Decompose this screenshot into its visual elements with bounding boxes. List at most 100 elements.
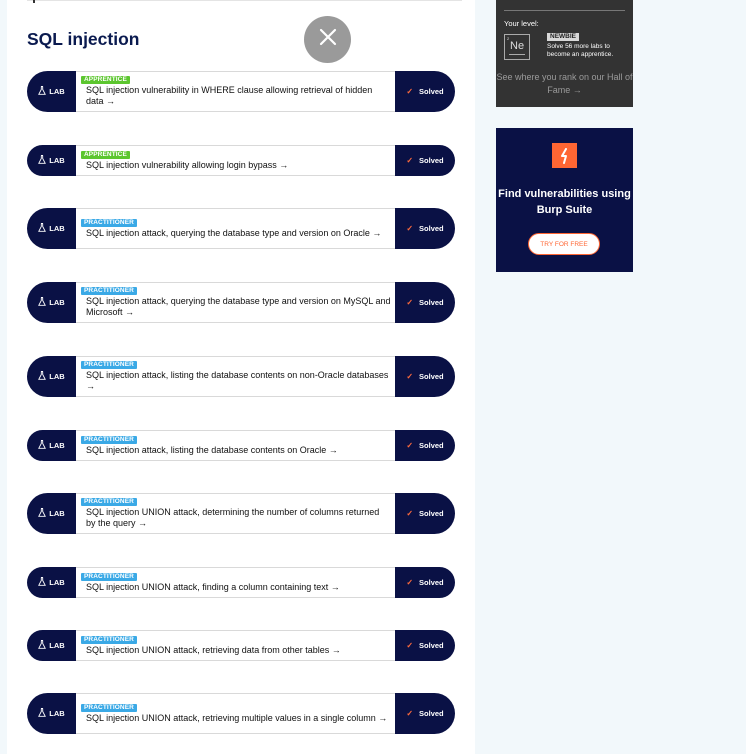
lab-tag-label: LAB bbox=[49, 87, 65, 96]
lab-tag: LAB bbox=[27, 567, 76, 598]
rank-description: Solve 56 more labs to become an apprenti… bbox=[547, 43, 614, 58]
burp-logo-icon bbox=[552, 143, 577, 168]
status-label: Solved bbox=[419, 641, 444, 650]
lab-tag-label: LAB bbox=[49, 641, 65, 650]
lab-title-link[interactable]: SQL injection attack, querying the datab… bbox=[81, 296, 391, 318]
lab-item[interactable]: LAB PRACTITIONER SQL injection attack, q… bbox=[27, 208, 455, 249]
status-badge: ✓ Solved bbox=[395, 208, 455, 249]
flask-icon bbox=[38, 708, 47, 719]
flask-icon bbox=[38, 440, 47, 451]
lab-tag: LAB bbox=[27, 430, 76, 461]
status-badge: ✓ Solved bbox=[395, 693, 455, 734]
lab-title-link[interactable]: SQL injection attack, querying the datab… bbox=[81, 228, 391, 239]
flask-icon bbox=[38, 508, 47, 519]
status-label: Solved bbox=[419, 372, 444, 381]
flask-icon bbox=[38, 640, 47, 651]
rank-badge: NEWBIE bbox=[547, 33, 579, 41]
lab-item[interactable]: LAB APPRENTICE SQL injection vulnerabili… bbox=[27, 71, 455, 112]
main-content: SQL injection LAB APPRENTICE SQL injecti… bbox=[7, 0, 475, 754]
lab-tag: LAB bbox=[27, 356, 76, 397]
lab-title-link[interactable]: SQL injection UNION attack, finding a co… bbox=[81, 582, 391, 593]
level-badge: PRACTITIONER bbox=[81, 435, 137, 444]
level-badge: PRACTITIONER bbox=[81, 498, 137, 506]
flask-icon bbox=[38, 297, 47, 308]
lab-item[interactable]: LAB PRACTITIONER SQL injection UNION att… bbox=[27, 567, 455, 598]
lab-tag: LAB bbox=[27, 282, 76, 323]
element-number: 2 bbox=[507, 36, 510, 41]
lab-title-link[interactable]: SQL injection UNION attack, retrieving m… bbox=[81, 713, 391, 724]
check-icon: ✓ bbox=[406, 224, 414, 233]
lab-title-link[interactable]: SQL injection attack, listing the databa… bbox=[81, 445, 391, 456]
level-badge: APPRENTICE bbox=[81, 150, 130, 159]
lab-item[interactable]: LAB PRACTITIONER SQL injection attack, l… bbox=[27, 430, 455, 461]
lab-tag: LAB bbox=[27, 145, 76, 176]
status-badge: ✓ Solved bbox=[395, 145, 455, 176]
status-label: Solved bbox=[419, 156, 444, 165]
lab-tag: LAB bbox=[27, 493, 76, 534]
flask-icon bbox=[38, 577, 47, 588]
flask-icon bbox=[38, 155, 47, 166]
lab-tag-label: LAB bbox=[49, 578, 65, 587]
element-badge-icon: 2 Ne bbox=[504, 34, 530, 60]
lab-title-link[interactable]: SQL injection UNION attack, determining … bbox=[81, 507, 391, 529]
lab-body: PRACTITIONER SQL injection attack, listi… bbox=[76, 430, 395, 461]
status-badge: ✓ Solved bbox=[395, 630, 455, 661]
check-icon: ✓ bbox=[406, 298, 414, 307]
ad-headline: Find vulnerabilities using Burp Suite bbox=[498, 188, 631, 216]
lab-title-link[interactable]: SQL injection vulnerability in WHERE cla… bbox=[81, 85, 391, 107]
close-button[interactable] bbox=[304, 16, 351, 63]
user-level-panel: Your level: 2 Ne NEWBIE Solve 56 more la… bbox=[496, 0, 633, 107]
level-badge: APPRENTICE bbox=[81, 76, 130, 84]
level-badge: PRACTITIONER bbox=[81, 287, 137, 295]
hall-of-fame-link[interactable]: See where you rank on our Hall of Fame → bbox=[496, 71, 633, 97]
lab-tag-label: LAB bbox=[49, 298, 65, 307]
lab-tag-label: LAB bbox=[49, 372, 65, 381]
lab-body: PRACTITIONER SQL injection attack, query… bbox=[76, 208, 395, 249]
divider bbox=[504, 10, 625, 11]
lab-tag-label: LAB bbox=[49, 224, 65, 233]
try-for-free-button[interactable]: TRY FOR FREE bbox=[528, 233, 600, 255]
level-badge: PRACTITIONER bbox=[81, 572, 137, 581]
status-label: Solved bbox=[419, 87, 444, 96]
lab-list: LAB APPRENTICE SQL injection vulnerabili… bbox=[7, 0, 475, 754]
status-label: Solved bbox=[419, 578, 444, 587]
lab-item[interactable]: LAB PRACTITIONER SQL injection attack, l… bbox=[27, 356, 455, 397]
lab-body: PRACTITIONER SQL injection UNION attack,… bbox=[76, 493, 395, 534]
status-badge: ✓ Solved bbox=[395, 430, 455, 461]
lab-body: PRACTITIONER SQL injection attack, query… bbox=[76, 282, 395, 323]
lab-item[interactable]: LAB PRACTITIONER SQL injection attack, q… bbox=[27, 282, 455, 323]
status-badge: ✓ Solved bbox=[395, 356, 455, 397]
lab-title-link[interactable]: SQL injection attack, listing the databa… bbox=[81, 370, 391, 392]
lab-tag-label: LAB bbox=[49, 156, 65, 165]
lab-item[interactable]: LAB PRACTITIONER SQL injection UNION att… bbox=[27, 630, 455, 661]
status-badge: ✓ Solved bbox=[395, 71, 455, 112]
check-icon: ✓ bbox=[406, 87, 414, 96]
lab-body: PRACTITIONER SQL injection UNION attack,… bbox=[76, 567, 395, 598]
flask-icon bbox=[38, 223, 47, 234]
lab-title-link[interactable]: SQL injection UNION attack, retrieving d… bbox=[81, 645, 391, 656]
lab-tag: LAB bbox=[27, 630, 76, 661]
flask-icon bbox=[38, 371, 47, 382]
level-badge: PRACTITIONER bbox=[81, 635, 137, 644]
lab-item[interactable]: LAB APPRENTICE SQL injection vulnerabili… bbox=[27, 145, 455, 176]
level-badge: PRACTITIONER bbox=[81, 361, 137, 369]
status-label: Solved bbox=[419, 298, 444, 307]
burp-suite-ad: Find vulnerabilities using Burp Suite TR… bbox=[496, 128, 633, 272]
level-label: Your level: bbox=[504, 19, 539, 28]
lab-tag-label: LAB bbox=[49, 709, 65, 718]
lab-item[interactable]: LAB PRACTITIONER SQL injection UNION att… bbox=[27, 693, 455, 734]
flask-icon bbox=[38, 86, 47, 97]
level-badge: PRACTITIONER bbox=[81, 218, 137, 227]
lab-item[interactable]: LAB PRACTITIONER SQL injection UNION att… bbox=[27, 493, 455, 534]
status-label: Solved bbox=[419, 224, 444, 233]
lab-tag: LAB bbox=[27, 71, 76, 112]
status-badge: ✓ Solved bbox=[395, 493, 455, 534]
check-icon: ✓ bbox=[406, 156, 414, 165]
lab-tag-label: LAB bbox=[49, 441, 65, 450]
check-icon: ✓ bbox=[406, 641, 414, 650]
lab-body: APPRENTICE SQL injection vulnerability a… bbox=[76, 145, 395, 176]
element-bar bbox=[509, 54, 525, 55]
status-label: Solved bbox=[419, 441, 444, 450]
lab-title-link[interactable]: SQL injection vulnerability allowing log… bbox=[81, 160, 391, 171]
lab-body: PRACTITIONER SQL injection UNION attack,… bbox=[76, 693, 395, 734]
